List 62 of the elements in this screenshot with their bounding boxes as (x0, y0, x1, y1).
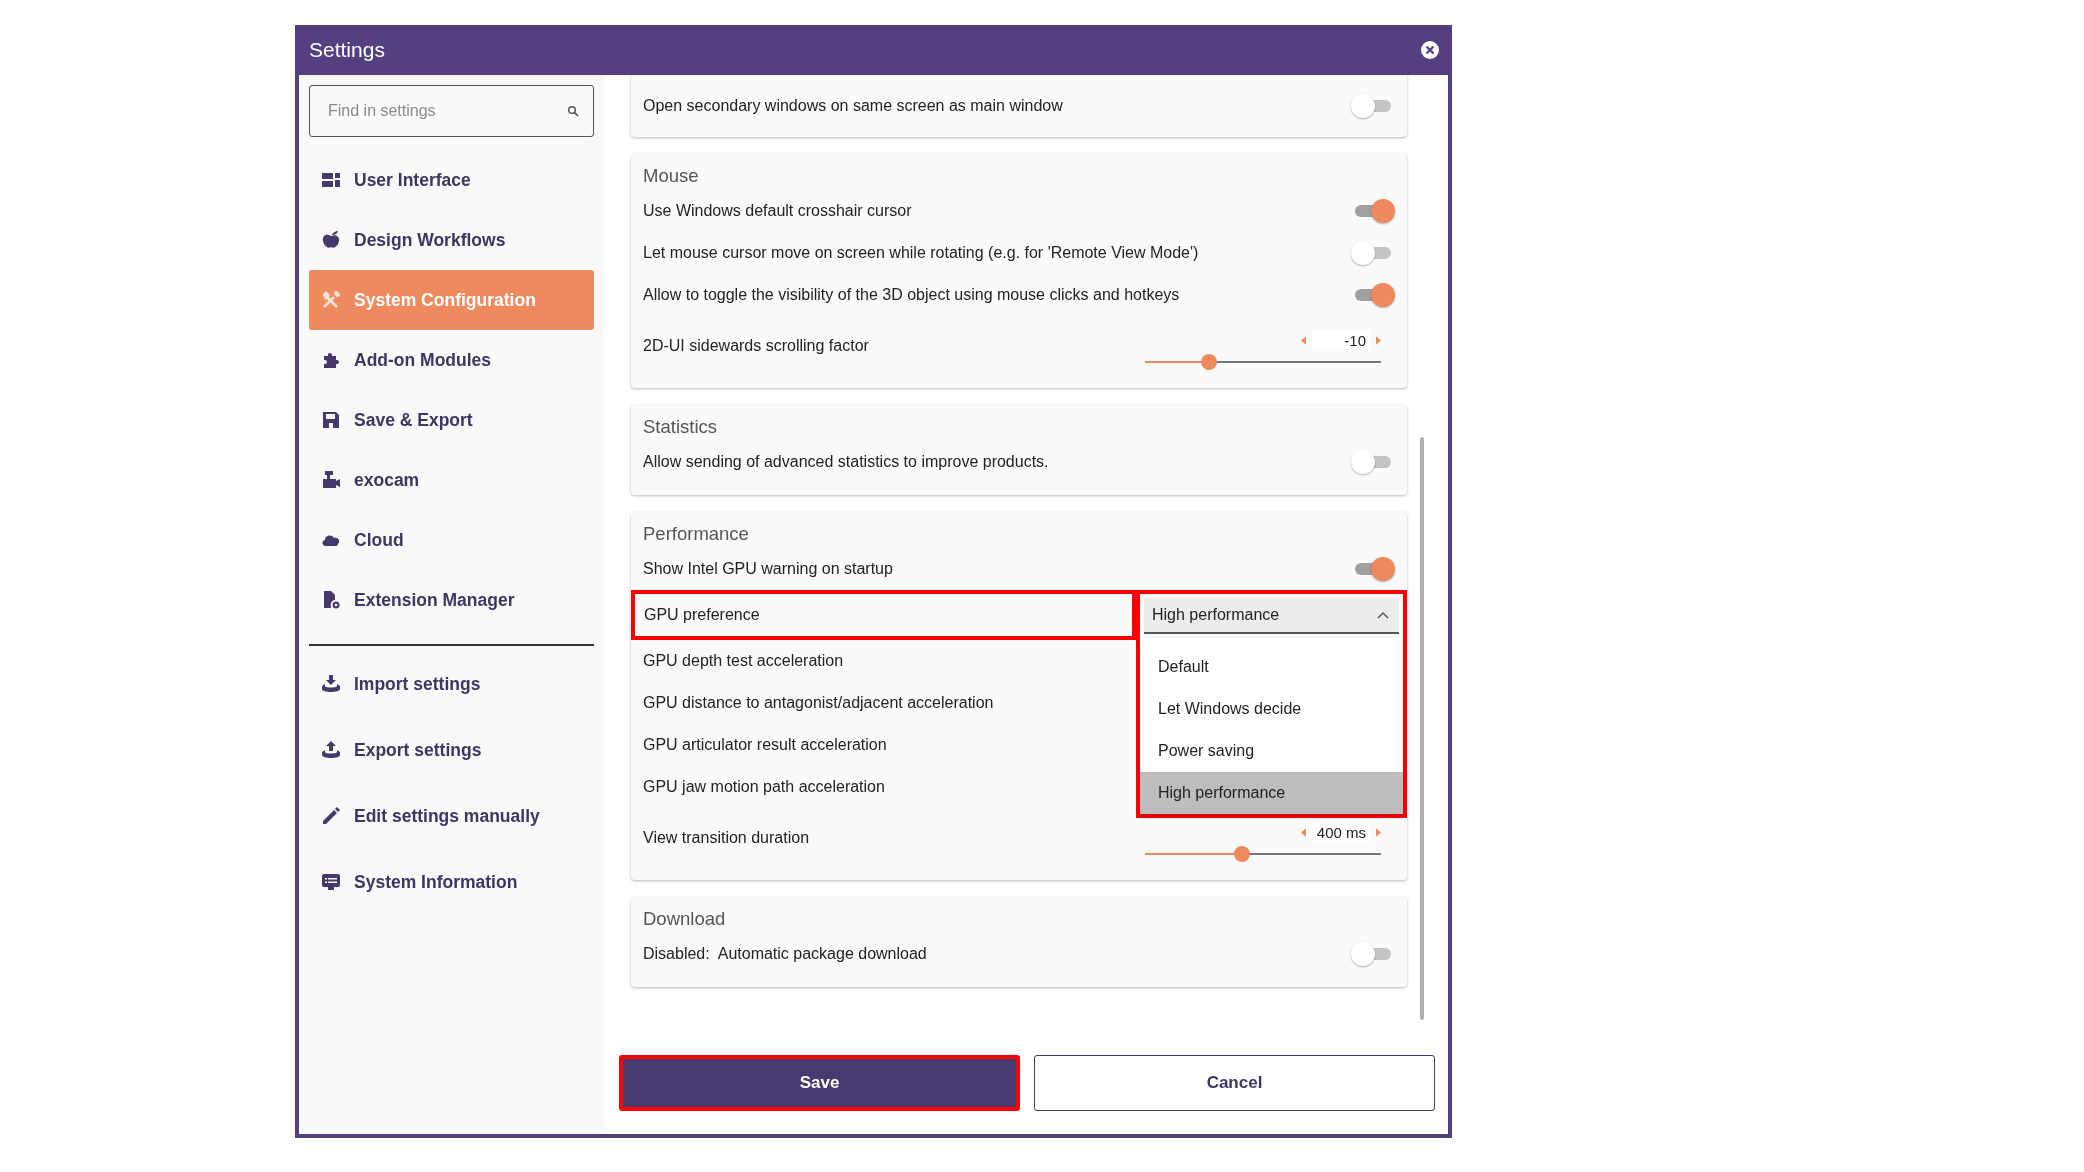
setting-label: GPU articulator result acceleration (643, 736, 887, 754)
tools-icon (321, 290, 341, 310)
tray-upload-icon (321, 740, 341, 760)
scrollbar-thumb[interactable] (1420, 437, 1424, 1020)
slider-track[interactable] (1145, 353, 1381, 370)
setting-label: GPU preference (631, 590, 1136, 640)
nav-item[interactable]: User Interface (309, 150, 594, 210)
section-heading: Mouse (642, 164, 700, 188)
search-input[interactable]: Find in settings (326, 86, 567, 136)
nav-item[interactable]: Import settings (309, 651, 594, 717)
section-heading: Download (642, 907, 727, 931)
nav-item[interactable]: Export settings (309, 717, 594, 783)
value-field[interactable]: -10 (1312, 329, 1370, 351)
section-heading: Performance (642, 522, 750, 546)
search-field[interactable]: Find in settings (309, 85, 594, 137)
setting-label: Open secondary windows on same screen as main window (643, 97, 1063, 115)
setting-label: 2D-UI sidewards scrolling factor (643, 337, 869, 355)
file-gear-icon (321, 590, 341, 610)
nav-item[interactable]: Extension Manager (309, 570, 594, 630)
monitor-list-icon (321, 872, 341, 892)
puzzle-icon (321, 350, 341, 370)
setting-label: Allow sending of advanced statistics to improve products. (643, 453, 1049, 471)
setting-label: Use Windows default crosshair cursor (643, 202, 912, 220)
setting-label: GPU jaw motion path acceleration (643, 778, 885, 796)
camera-icon (321, 470, 341, 490)
caret-right-icon[interactable] (1376, 827, 1381, 837)
window-title: Settings (309, 38, 385, 62)
nav-item[interactable]: exocam (309, 450, 594, 510)
slider-track[interactable] (1145, 845, 1381, 862)
nav-item[interactable]: Save & Export (309, 390, 594, 450)
save-button[interactable]: Save (619, 1055, 1020, 1111)
setting-label: GPU depth test acceleration (643, 652, 844, 670)
slider-thumb[interactable] (1200, 353, 1217, 370)
menu-option[interactable]: Let Windows decide (1140, 688, 1403, 730)
setting-label: Allow to toggle the visibility of the 3D object using mouse clicks and hotkeys (643, 286, 1180, 304)
nav-item[interactable]: Design Workflows (309, 210, 594, 270)
search-icon (567, 105, 579, 117)
close-icon[interactable] (1420, 40, 1440, 60)
nav-item[interactable]: System Information (309, 849, 594, 915)
setting-label: View transition duration (643, 829, 810, 847)
dashboard-icon (321, 170, 341, 190)
menu-option[interactable]: High performance (1140, 772, 1403, 814)
section-heading: Statistics (642, 415, 719, 439)
caret-left-icon[interactable] (1301, 335, 1306, 345)
pencil-icon (321, 806, 341, 826)
setting-label: GPU distance to antagonist/adjacent acceleration (643, 694, 994, 712)
caret-right-icon[interactable] (1376, 335, 1381, 345)
menu-option[interactable]: Default (1140, 646, 1403, 688)
tray-download-icon (321, 674, 341, 694)
apple-icon (321, 230, 341, 250)
slider-thumb[interactable] (1233, 845, 1250, 862)
value-field[interactable]: 400 ms (1312, 821, 1370, 843)
nav-item[interactable]: Edit settings manually (309, 783, 594, 849)
caret-left-icon[interactable] (1301, 827, 1306, 837)
nav-item[interactable]: Cloud (309, 510, 594, 570)
setting-label: Disabled: Automatic package download (643, 945, 927, 963)
cancel-button[interactable]: Cancel (1034, 1055, 1435, 1111)
setting-label: Show Intel GPU warning on startup (643, 560, 893, 578)
menu-option[interactable]: Power saving (1140, 730, 1403, 772)
setting-label: Let mouse cursor move on screen while rotating (e.g. for 'Remote View Mode') (643, 244, 1199, 262)
select-field[interactable]: High performance (1144, 598, 1399, 634)
nav-item[interactable]: Add-on Modules (309, 330, 594, 390)
